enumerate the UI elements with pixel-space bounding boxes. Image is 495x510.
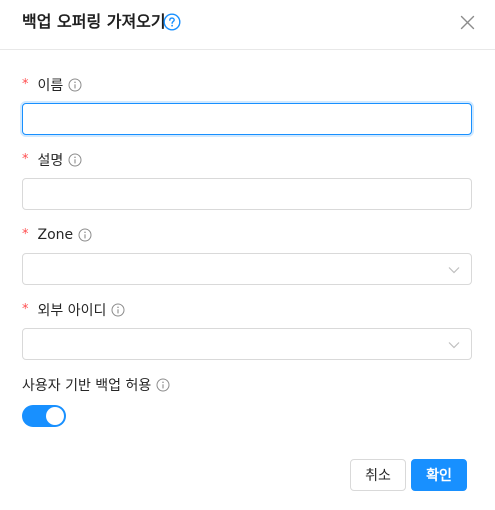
zone-label: * Zone xyxy=(22,225,92,245)
info-circle-icon[interactable] xyxy=(156,378,170,392)
name-label: * 이름 xyxy=(22,75,82,95)
close-icon[interactable] xyxy=(460,15,475,30)
chevron-down-icon xyxy=(448,342,460,349)
name-input[interactable] xyxy=(22,103,472,135)
description-label-text: 설명 xyxy=(37,153,64,169)
description-input[interactable] xyxy=(22,178,472,210)
description-label: * 설명 xyxy=(22,150,82,170)
info-circle-icon[interactable] xyxy=(68,78,82,92)
zone-select[interactable] xyxy=(22,253,472,285)
question-circle-icon[interactable] xyxy=(163,13,181,31)
info-circle-icon[interactable] xyxy=(68,153,82,167)
name-label-text: 이름 xyxy=(37,78,64,94)
user-backup-toggle[interactable] xyxy=(22,405,66,427)
dialog-header: 백업 오퍼링 가져오기 xyxy=(0,0,495,50)
toggle-knob xyxy=(46,407,64,425)
required-mark: * xyxy=(22,151,29,167)
dialog-title: 백업 오퍼링 가져오기 xyxy=(22,12,166,31)
required-mark: * xyxy=(22,76,29,92)
user-backup-label-text: 사용자 기반 백업 허용 xyxy=(22,378,152,394)
external-id-select[interactable] xyxy=(22,328,472,360)
info-circle-icon[interactable] xyxy=(78,228,92,242)
zone-label-text: Zone xyxy=(37,227,74,243)
external-id-label: * 외부 아이디 xyxy=(22,300,125,320)
ok-button[interactable]: 확인 xyxy=(411,459,467,491)
required-mark: * xyxy=(22,301,29,317)
chevron-down-icon xyxy=(448,267,460,274)
info-circle-icon[interactable] xyxy=(111,303,125,317)
cancel-button[interactable]: 취소 xyxy=(350,459,406,491)
external-id-label-text: 외부 아이디 xyxy=(37,303,107,319)
user-backup-label: 사용자 기반 백업 허용 xyxy=(22,375,170,395)
required-mark: * xyxy=(22,226,29,242)
